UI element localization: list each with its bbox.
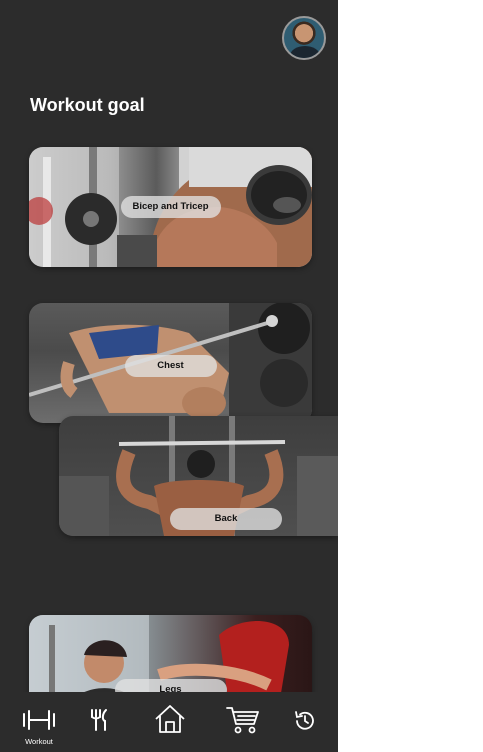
nav-cart[interactable] [224, 692, 264, 752]
workout-label-bicep-tricep[interactable]: Bicep and Tricep [120, 196, 221, 218]
fork-knife-icon [91, 709, 107, 731]
nav-workout-label: Workout [25, 737, 53, 746]
workout-label-back[interactable]: Back [170, 508, 282, 530]
history-icon [295, 711, 314, 730]
bottom-nav: Workout [0, 692, 338, 752]
page-title: Workout goal [30, 95, 145, 115]
nav-nutrition[interactable] [84, 692, 114, 752]
user-avatar[interactable] [282, 16, 326, 60]
workout-label-chest[interactable]: Chest [124, 355, 217, 377]
dumbbell-icon [23, 710, 55, 730]
nav-home[interactable] [150, 692, 190, 752]
home-icon [155, 705, 185, 733]
app-screen: Workout goal Bicep and Tricep Chest Back… [0, 0, 338, 752]
nav-history[interactable] [290, 692, 320, 752]
avatar-figure [290, 46, 320, 58]
nav-workout[interactable]: Workout [17, 692, 61, 752]
cart-icon [226, 707, 259, 734]
workout-card-bicep-tricep[interactable]: Bicep and Tricep [29, 147, 312, 267]
workout-card-back[interactable]: Back [59, 416, 338, 536]
workout-card-chest[interactable]: Chest [29, 303, 312, 423]
